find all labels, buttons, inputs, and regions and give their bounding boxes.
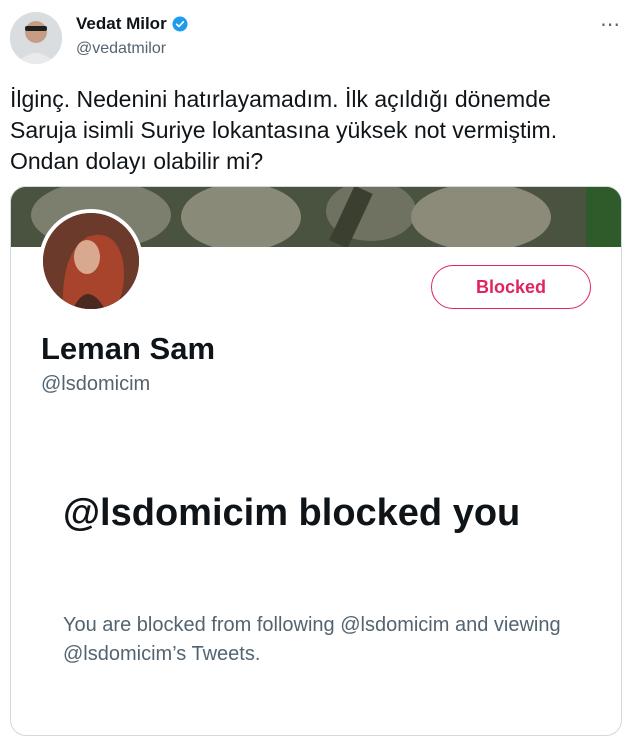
more-options-icon[interactable]: ⋯: [600, 12, 621, 37]
blocked-message: You are blocked from following @lsdomici…: [63, 614, 561, 665]
blocked-button[interactable]: Blocked: [431, 265, 591, 309]
profile-name: Leman Sam: [41, 331, 216, 366]
tweet-text: İlginç. Nedenini hatırlayamadım. İlk açı…: [10, 86, 558, 174]
tweet: Vedat Milor @vedatmilor ⋯ İlginç. Nedeni…: [0, 0, 635, 746]
blocked-title: @lsdomicim blocked you: [63, 492, 521, 534]
profile-avatar-image: [43, 213, 139, 309]
embedded-profile-card: Blocked Leman Sam @lsdomicim @lsdomicim …: [10, 186, 622, 736]
verified-badge-icon: [172, 16, 188, 32]
author-name[interactable]: Vedat Milor: [76, 14, 189, 34]
profile-avatar[interactable]: [39, 209, 143, 313]
author-name-text[interactable]: Vedat Milor: [76, 14, 167, 34]
author-handle[interactable]: @vedatmilor: [76, 40, 166, 58]
profile-handle: @lsdomicim: [41, 373, 151, 395]
author-avatar-image: [10, 12, 62, 64]
author-avatar[interactable]: [10, 12, 62, 64]
